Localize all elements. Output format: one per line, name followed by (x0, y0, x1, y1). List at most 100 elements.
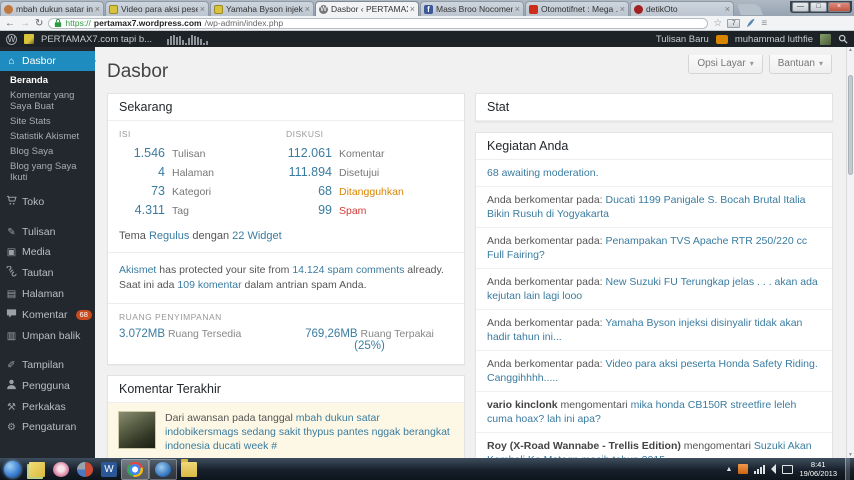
photo-app-icon[interactable] (53, 461, 69, 477)
tab-close-icon[interactable]: × (410, 4, 415, 14)
refresh-icon[interactable]: ↻ (35, 17, 43, 30)
chrome-taskbar-button[interactable] (121, 458, 149, 480)
new-tab-button[interactable] (737, 4, 763, 15)
count-label[interactable]: Disetujui (339, 164, 379, 182)
download-manager-icon[interactable]: 7 (727, 18, 741, 28)
sidebar-item-statistik-akismet[interactable]: Statistik Akismet (0, 129, 95, 144)
start-button[interactable] (4, 460, 21, 478)
storage-used-link[interactable]: 769,26MB (305, 328, 357, 340)
chrome-menu-icon[interactable]: ≡ (761, 18, 767, 29)
sidebar-item-blog-saya[interactable]: Blog Saya (0, 144, 95, 159)
tray-app-icon[interactable] (738, 464, 749, 474)
theme-link[interactable]: Regulus (149, 230, 189, 242)
tab-yamaha-byson[interactable]: Yamaha Byson injeks... × (210, 1, 314, 16)
keyboard-language-icon[interactable] (782, 464, 794, 474)
count-link[interactable]: 73 (119, 182, 165, 200)
sidebar-item-site-stats[interactable]: Site Stats (0, 114, 95, 129)
spam-count-link[interactable]: 14.124 spam comments (292, 264, 404, 276)
back-icon[interactable]: ← (5, 17, 15, 30)
admin-bar-site-name[interactable]: PERTAMAX7.com tapi b... (41, 34, 152, 45)
scroll-up-icon[interactable]: ▲ (847, 47, 854, 53)
akismet-link[interactable]: Akismet (119, 264, 156, 276)
tray-expand-icon[interactable]: ▲ (726, 466, 733, 473)
browser-scrollbar[interactable]: ▲ ▼ (846, 47, 854, 458)
widgets-link[interactable]: 22 Widget (232, 230, 282, 242)
count-link[interactable]: 4 (119, 163, 165, 181)
show-desktop-button[interactable] (845, 458, 850, 480)
sidebar-item-tulisan[interactable]: ✎ Tulisan (0, 222, 95, 242)
glance-row: 1.546 Tulisan (119, 144, 286, 163)
bookmark-star-icon[interactable]: ☆ (713, 18, 722, 29)
sidebar-item-beranda[interactable]: Beranda (0, 73, 95, 88)
sidebar-item-blog-yang-diikuti[interactable]: Blog yang Saya Ikuti (0, 159, 95, 185)
explorer-folder-icon[interactable] (181, 458, 197, 477)
count-link[interactable]: 99 (286, 201, 332, 219)
forward-icon[interactable]: → (20, 17, 30, 30)
storage-free-link[interactable]: 3.072MB (119, 328, 165, 340)
tab-detikoto[interactable]: detikOto × (630, 1, 734, 16)
tab-video-aksi[interactable]: Video para aksi pesert... × (105, 1, 209, 16)
screen-options-button[interactable]: Opsi Layar ▾ (688, 55, 763, 74)
tab-otomotifnet[interactable]: Otomotifnet : Mega ... × (525, 1, 629, 16)
count-link[interactable]: 1.546 (119, 144, 165, 162)
wordpress-logo-icon[interactable]: W (6, 33, 17, 45)
search-icon[interactable] (838, 34, 848, 44)
word-icon[interactable]: W (101, 461, 117, 477)
quill-extension-icon[interactable] (745, 18, 756, 29)
tab-dasbor-active[interactable]: W Dasbor ‹ PERTAMAX7... × (315, 1, 419, 16)
maximize-icon[interactable]: □ (810, 2, 827, 12)
sidebar-item-perkakas[interactable]: ⚒ Perkakas (0, 397, 95, 417)
tab-close-icon[interactable]: × (305, 4, 310, 14)
scrollbar-thumb[interactable] (848, 75, 853, 175)
tab-close-icon[interactable]: × (95, 4, 100, 14)
sidebar-item-pengguna[interactable]: Pengguna (0, 375, 95, 397)
tab-close-icon[interactable]: × (725, 4, 730, 14)
tab-close-icon[interactable]: × (515, 4, 520, 14)
count-link[interactable]: 68 (286, 182, 332, 200)
sidebar-item-media[interactable]: ▣ Media (0, 242, 95, 262)
close-icon[interactable]: × (828, 2, 850, 12)
spam-label[interactable]: Spam (339, 202, 366, 220)
notifications-bubble-icon[interactable] (715, 34, 728, 44)
thunderbird-taskbar-button[interactable] (149, 458, 177, 480)
spam-queue-link[interactable]: 109 komentar (177, 279, 241, 291)
sidebar-item-tampilan[interactable]: ✐ Tampilan (0, 355, 95, 375)
storage-used-label: Ruang Terpakai (357, 328, 434, 340)
pending-label[interactable]: Ditangguhkan (339, 183, 404, 201)
sidebar-item-komentar-saya[interactable]: Komentar yang Saya Buat (0, 88, 95, 114)
volume-icon[interactable] (771, 464, 777, 474)
tab-close-icon[interactable]: × (620, 4, 625, 14)
sidebar-item-dasbor[interactable]: ⌂ Dasbor (0, 51, 96, 71)
count-label[interactable]: Tag (172, 202, 189, 220)
count-label[interactable]: Tulisan (172, 145, 205, 163)
minimize-icon[interactable]: — (792, 2, 809, 12)
widget-kegiatan-anda: Kegiatan Anda 68 awaiting moderation. An… (475, 132, 833, 458)
sidebar-item-tautan[interactable]: Tautan (0, 262, 95, 284)
count-link[interactable]: 4.311 (119, 201, 165, 219)
download-manager-taskbar-icon[interactable] (77, 461, 93, 477)
url-bar[interactable]: https://pertamax7.wordpress.com/wp-admin… (48, 17, 709, 29)
stats-sparkline[interactable] (167, 34, 209, 45)
tab-close-icon[interactable]: × (200, 4, 205, 14)
sidebar-item-halaman[interactable]: ▤ Halaman (0, 284, 95, 304)
count-label[interactable]: Halaman (172, 164, 214, 182)
sidebar-item-pengaturan[interactable]: ⚙ Pengaturan (0, 417, 95, 437)
count-label[interactable]: Komentar (339, 145, 385, 163)
avatar[interactable] (820, 33, 831, 45)
help-button[interactable]: Bantuan ▾ (768, 55, 832, 74)
taskbar-clock[interactable]: 8:41 19/06/2013 (799, 460, 839, 478)
count-link[interactable]: 112.061 (286, 144, 332, 162)
sticky-notes-icon[interactable] (29, 461, 45, 477)
count-link[interactable]: 111.894 (286, 163, 332, 181)
sidebar-item-umpan-balik[interactable]: ▥ Umpan balik (0, 326, 95, 346)
admin-bar-username[interactable]: muhammad luthfie (735, 34, 813, 45)
sidebar-item-komentar[interactable]: Komentar 68 (0, 304, 95, 326)
new-post-link[interactable]: Tulisan Baru (656, 34, 709, 45)
tab-facebook[interactable]: f Mass Broo Nocomen... × (420, 1, 524, 16)
glance-row: 4 Halaman (119, 163, 286, 182)
count-label[interactable]: Kategori (172, 183, 211, 201)
tab-mbah-dukun[interactable]: mbah dukun satar ind... × (0, 1, 104, 16)
network-signal-icon[interactable] (754, 464, 766, 474)
moderation-link[interactable]: 68 awaiting moderation. (487, 167, 599, 179)
sidebar-item-toko[interactable]: Toko (0, 191, 95, 213)
